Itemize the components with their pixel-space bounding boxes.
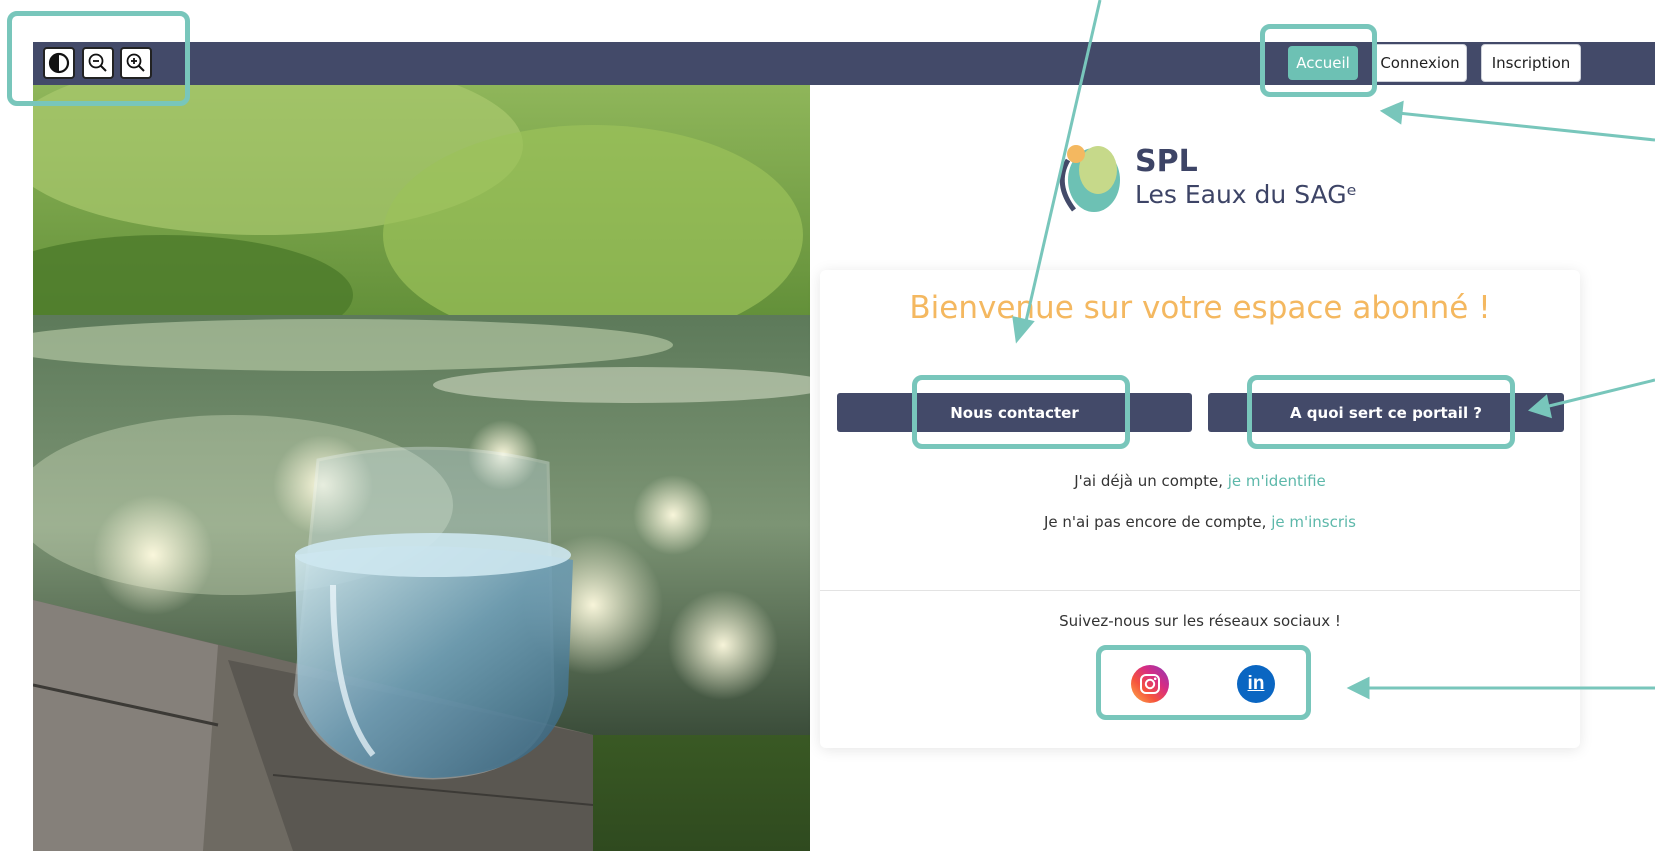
annotation-arrows <box>1012 0 1655 700</box>
